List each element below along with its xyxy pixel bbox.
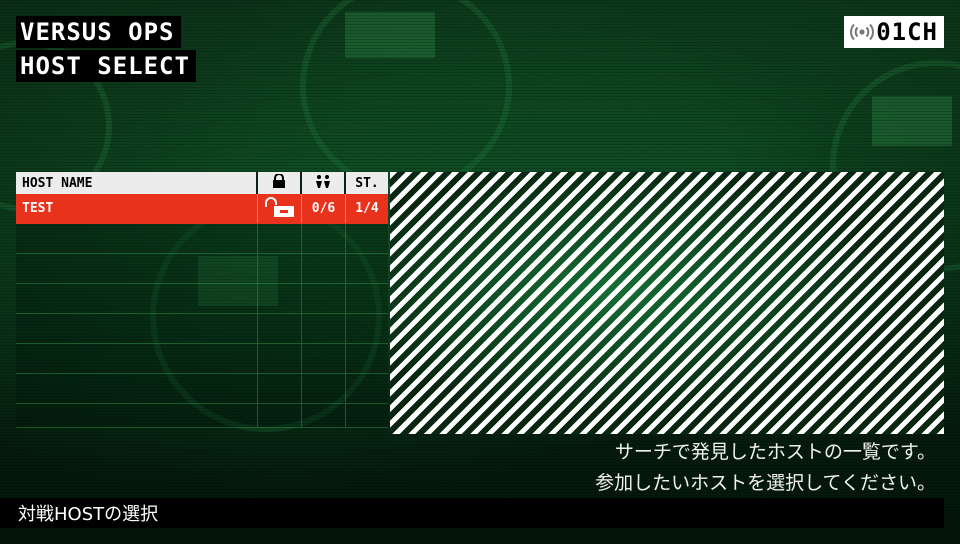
empty-host-row	[16, 404, 388, 428]
screen-title: VERSUS OPS	[16, 16, 181, 48]
footer-help-text: 対戦HOSTの選択	[18, 504, 159, 525]
channel-label: 01CH	[876, 18, 938, 46]
players-icon	[314, 174, 332, 192]
screen-subtitle: HOST SELECT	[16, 50, 196, 82]
host-list-table: HOST NAME ST. TEST 0/6 1/4	[16, 172, 388, 434]
host-name-cell: TEST	[16, 194, 258, 223]
stage-cell: 1/4	[355, 201, 379, 216]
signal-icon	[848, 18, 876, 46]
column-stage: ST.	[346, 172, 388, 194]
players-cell: 0/6	[302, 194, 346, 223]
footer-help-bar: 対戦HOSTの選択	[0, 498, 944, 528]
empty-host-row	[16, 254, 388, 284]
column-players	[302, 172, 346, 194]
empty-host-row	[16, 314, 388, 344]
empty-host-row	[16, 284, 388, 314]
host-row[interactable]: TEST 0/6 1/4	[16, 194, 388, 224]
channel-indicator: 01CH	[844, 16, 944, 48]
empty-host-row	[16, 344, 388, 374]
lock-icon	[271, 173, 287, 192]
description-line-1: サーチで発見したホストの一覧です。	[614, 441, 936, 463]
empty-host-row	[16, 374, 388, 404]
host-preview-panel	[390, 172, 944, 434]
empty-host-row	[16, 224, 388, 254]
column-lock	[258, 172, 302, 194]
description-line-2: 参加したいホストを選択してください。	[595, 472, 936, 494]
column-host-name: HOST NAME	[16, 172, 258, 194]
lock-cell	[258, 194, 302, 223]
table-header: HOST NAME ST.	[16, 172, 388, 194]
unlocked-icon	[263, 196, 297, 221]
